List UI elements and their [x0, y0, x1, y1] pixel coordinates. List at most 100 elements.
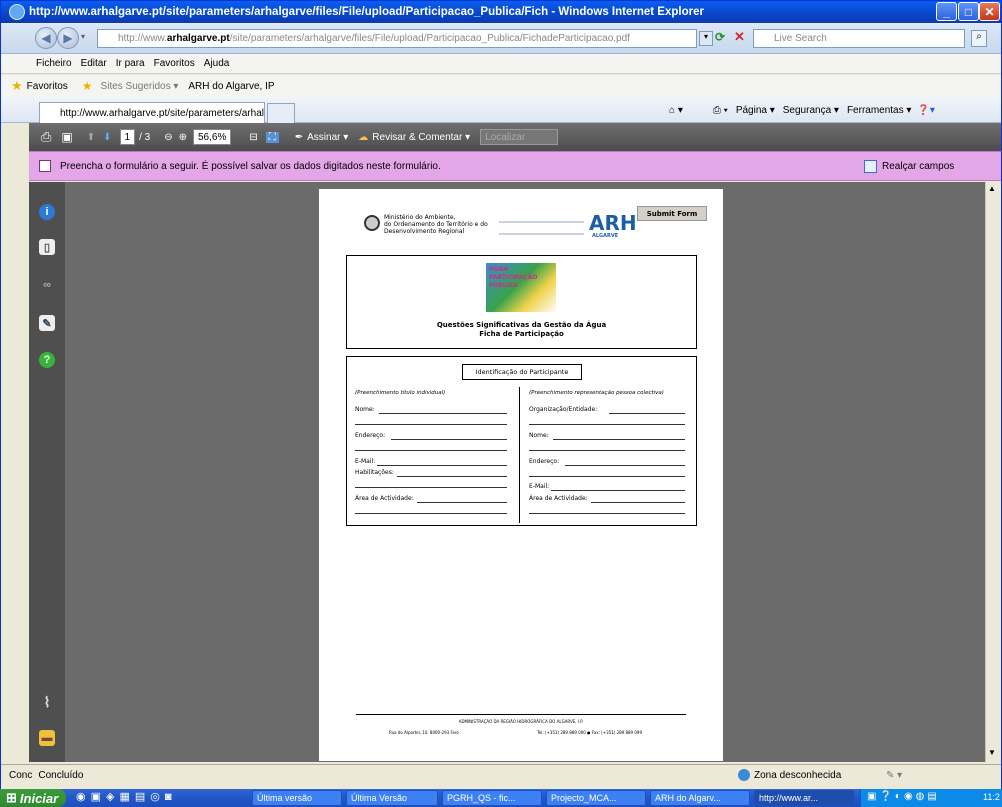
right-name-field-2[interactable] — [529, 450, 685, 451]
refresh-icon[interactable]: ⟳ — [715, 30, 725, 44]
pgrh-logo-line-2: PARTICIPAÇÃO — [489, 274, 538, 281]
recent-pages-icon[interactable]: ▾ — [81, 32, 85, 41]
tab-row: http://www.arhalgarve.pt/site/parameters… — [1, 97, 1001, 123]
zoom-input[interactable]: 56,6% — [193, 129, 232, 145]
highlight-fields-icon[interactable] — [864, 160, 877, 173]
taskbar-item-1[interactable]: Última versão — [252, 790, 342, 806]
taskbar-item-4[interactable]: Projecto_MCA... — [546, 790, 646, 806]
status-text: Concluído — [38, 770, 84, 781]
highlight-fields-button[interactable]: Realçar campos — [882, 161, 954, 172]
right-address-field[interactable] — [565, 465, 685, 466]
vertical-scrollbar[interactable]: ▲ ▼ — [985, 182, 1001, 762]
menu-item-editar[interactable]: Editar — [81, 58, 107, 69]
comments-icon[interactable]: ▬ — [39, 730, 55, 746]
find-input[interactable]: Localizar — [480, 129, 559, 145]
address-path: /site/parameters/arhalgarve/files/File/u… — [229, 33, 630, 44]
right-organization-field-2[interactable] — [529, 424, 685, 425]
tab-current[interactable]: http://www.arhalgarve.pt/site/parameters… — [39, 102, 265, 123]
help-circle-icon[interactable]: ? — [39, 352, 55, 368]
menu-item-ir-para[interactable]: Ir para — [116, 58, 145, 69]
left-activity-field-2[interactable] — [355, 513, 507, 514]
new-tab-button[interactable] — [267, 103, 295, 123]
search-input[interactable]: Live Search — [753, 29, 965, 48]
suggested-sites-link[interactable]: Sites Sugeridos ▾ — [101, 81, 179, 92]
minimize-button[interactable]: _ — [936, 2, 957, 21]
print-pdf-icon[interactable]: ⎙ — [41, 129, 51, 145]
favorites-button[interactable]: Favoritos — [27, 81, 68, 92]
help-icon[interactable]: ❓▾ — [917, 105, 934, 116]
arh-favorite-link[interactable]: ARH do Algarve, IP — [188, 81, 274, 92]
column-divider — [519, 387, 520, 523]
left-email-field[interactable] — [377, 465, 507, 466]
right-name-field[interactable] — [553, 439, 685, 440]
zoom-out-icon[interactable]: ⊖ — [164, 132, 172, 143]
zoom-in-icon[interactable]: ⊕ — [179, 132, 187, 143]
next-page-icon[interactable]: ⬇ — [103, 132, 111, 143]
search-icon[interactable]: ⌕ — [971, 30, 987, 47]
left-name-field-2[interactable] — [355, 424, 507, 425]
stop-icon[interactable]: ✕ — [734, 29, 745, 45]
close-button[interactable]: ✕ — [979, 2, 1000, 21]
title-bar[interactable]: http://www.arhalgarve.pt/site/parameters… — [1, 1, 1001, 23]
home-icon[interactable]: ⌂ ▾ — [669, 105, 683, 116]
fit-page-icon[interactable]: ⊟ — [249, 132, 257, 143]
fit-width-icon[interactable]: ⛶ — [265, 131, 279, 143]
security-menu[interactable]: Segurança ▾ — [783, 105, 839, 116]
left-address-field-2[interactable] — [355, 450, 507, 451]
page-menu[interactable]: Página ▾ — [736, 105, 775, 116]
menu-item-favoritos[interactable]: Favoritos — [154, 58, 195, 69]
taskbar-item-6[interactable]: http://www.ar... — [754, 790, 854, 806]
favorites-bar: ★ Favoritos ★ Sites Sugeridos ▾ ARH do A… — [1, 75, 1001, 97]
right-address-field-2[interactable] — [529, 476, 685, 477]
menu-item-ajuda[interactable]: Ajuda — [204, 58, 230, 69]
left-name-field[interactable] — [379, 413, 507, 414]
status-zoom[interactable]: ✎ ▾ — [886, 770, 902, 781]
right-email-label: E-Mail: — [529, 483, 550, 490]
back-button[interactable]: ◀ — [35, 27, 57, 49]
left-activity-field[interactable] — [417, 502, 507, 503]
page-number-input[interactable]: 1 — [119, 129, 136, 145]
right-email-field[interactable] — [551, 490, 685, 491]
sign-button[interactable]: Assinar ▾ — [307, 132, 348, 143]
save-pdf-icon[interactable]: ▣ — [61, 130, 72, 144]
edit-icon[interactable]: ✎ — [39, 315, 55, 331]
left-qualifications-field-2[interactable] — [355, 487, 507, 488]
right-activity-field-2[interactable] — [529, 513, 685, 514]
right-organization-field[interactable] — [609, 413, 685, 414]
maximize-button[interactable]: □ — [958, 2, 979, 21]
footer-rule — [356, 714, 686, 715]
pdf-toolbar: ⎙ ▣ ⬆ ⬇ 1 / 3 ⊖ ⊕ 56,6% ⊟ ⛶ ✒ Assinar ▾ … — [29, 123, 1001, 151]
submit-form-button[interactable]: Submit Form — [637, 206, 707, 221]
address-bar[interactable]: http://www. arhalgarve.pt/site/parameters… — [97, 29, 697, 48]
review-button[interactable]: Revisar & Comentar ▾ — [372, 132, 470, 143]
menu-item-ficheiro[interactable]: Ficheiro — [36, 58, 72, 69]
prev-page-icon[interactable]: ⬆ — [87, 132, 95, 143]
right-activity-field[interactable] — [591, 502, 685, 503]
right-address-label: Endereço: — [529, 458, 560, 465]
attachment-icon[interactable]: ⌇ — [39, 694, 55, 710]
status-cut-text: Conc — [9, 770, 33, 781]
forward-button[interactable]: ▶ — [57, 27, 79, 49]
address-dropdown-icon[interactable]: ▾ — [699, 31, 713, 46]
taskbar-item-5[interactable]: ARH do Algarv... — [650, 790, 750, 806]
tools-menu[interactable]: Ferramentas ▾ — [847, 105, 911, 116]
binoculars-icon[interactable]: ∞ — [39, 277, 55, 293]
print-icon[interactable]: ⎙ ▾ — [713, 105, 728, 116]
taskbar-item-2[interactable]: Última Versão — [346, 790, 438, 806]
tray-icons[interactable]: ▣❔◐◉◍▤ — [867, 791, 940, 802]
left-email-label: E-Mail: — [355, 458, 376, 465]
favorites-star-icon[interactable]: ★ — [11, 78, 23, 94]
info-icon[interactable]: i — [39, 204, 55, 220]
pages-icon[interactable]: ▯ — [39, 239, 55, 255]
zone-globe-icon — [738, 769, 750, 781]
title-box: PGRH PARTICIPAÇÃO PÚBLICA Questões Signi… — [346, 255, 697, 349]
scroll-down-arrow[interactable]: ▼ — [988, 748, 996, 757]
taskbar-item-3[interactable]: PGRH_QS - fic... — [442, 790, 542, 806]
clock[interactable]: 11:2 — [983, 792, 1000, 802]
left-qualifications-field[interactable] — [397, 476, 507, 477]
add-favorite-icon[interactable]: ★ — [82, 79, 93, 93]
scroll-up-arrow[interactable]: ▲ — [988, 184, 996, 193]
left-address-field[interactable] — [391, 439, 507, 440]
pdf-page: Ministério do Ambiente, do Ordenamento d… — [319, 189, 723, 761]
start-button[interactable]: ⊞ Iniciar — [0, 789, 66, 807]
